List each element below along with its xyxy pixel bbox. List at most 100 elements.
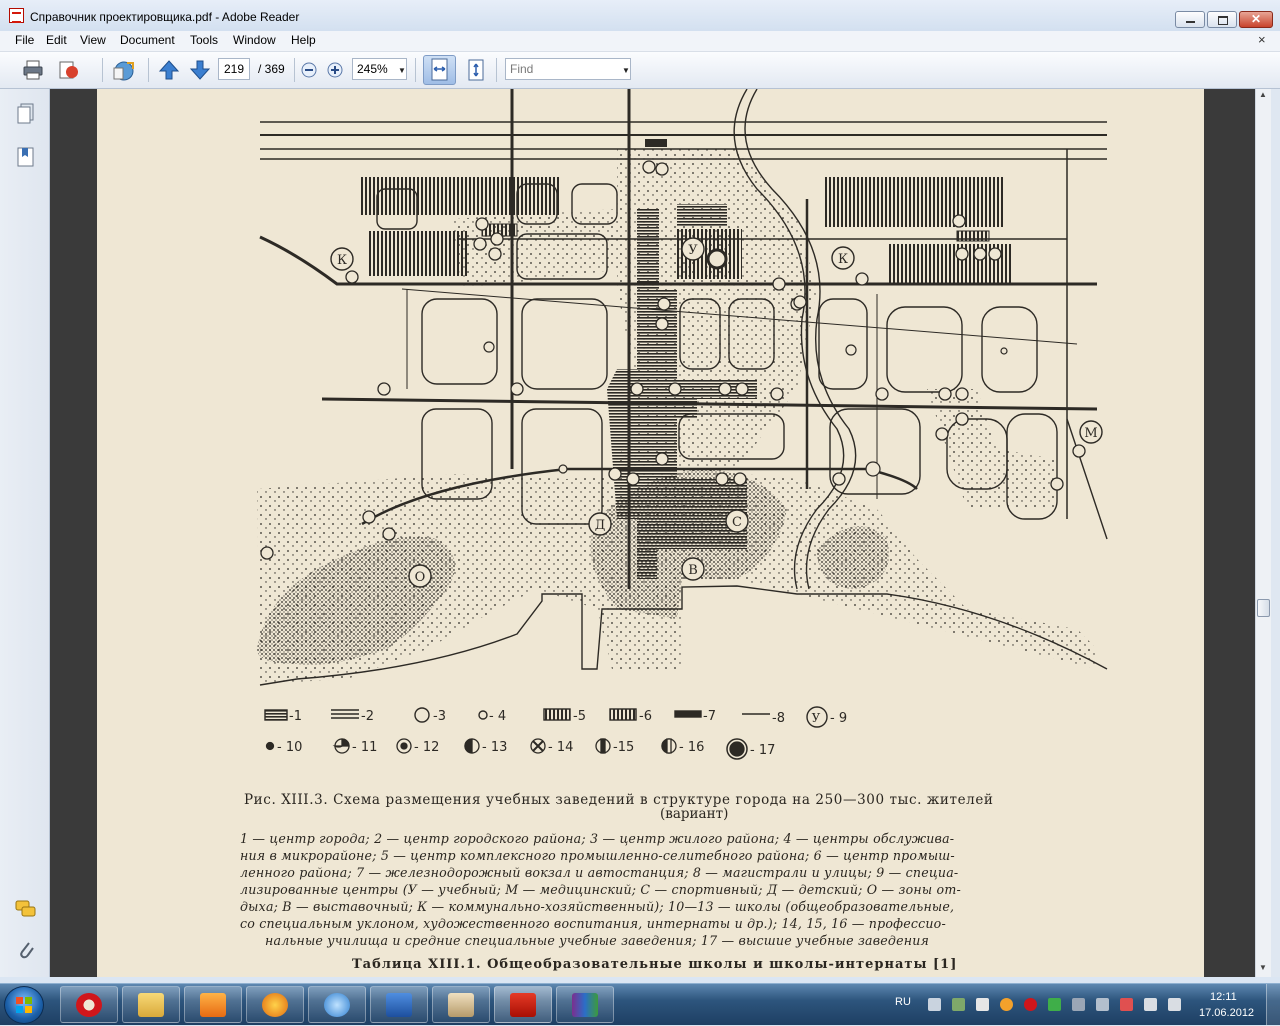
tray-icon[interactable] <box>1024 998 1037 1011</box>
fit-page-icon[interactable] <box>465 59 487 81</box>
tray-icon[interactable] <box>1096 998 1109 1011</box>
window-border <box>1271 89 1280 977</box>
windows-logo-icon <box>16 997 32 1013</box>
legend-label-1: -1 <box>289 709 302 724</box>
menu-document[interactable]: Document <box>120 33 175 47</box>
railway-station-marker <box>645 139 667 147</box>
attachments-panel-icon[interactable] <box>17 939 35 961</box>
legend-label-14: - 14 <box>548 740 573 755</box>
clock-time[interactable]: 12:11 <box>1210 991 1237 1003</box>
menu-file[interactable]: File <box>15 33 34 47</box>
legend-label-4: - 4 <box>489 709 506 724</box>
menu-window[interactable]: Window <box>233 33 276 47</box>
volume-icon[interactable] <box>1168 998 1181 1011</box>
zoom-in-icon[interactable] <box>326 61 348 83</box>
menu-tools[interactable]: Tools <box>190 33 218 47</box>
menu-help[interactable]: Help <box>291 33 316 47</box>
caption-line: 1 — центр города; 2 — центр городского р… <box>240 831 955 846</box>
collaborate-icon[interactable] <box>112 59 134 81</box>
clock-date[interactable]: 17.06.2012 <box>1199 1007 1254 1019</box>
next-page-icon[interactable] <box>189 59 211 81</box>
bookmarks-panel-icon[interactable] <box>17 146 35 168</box>
legend-label-7: -7 <box>703 709 716 724</box>
scroll-up-icon[interactable]: ▲ <box>1259 90 1267 99</box>
show-desktop-button[interactable] <box>1266 984 1280 1025</box>
scroll-thumb[interactable] <box>1257 599 1270 617</box>
tray-icon[interactable] <box>976 998 989 1011</box>
taskbar-media-player[interactable] <box>184 986 242 1023</box>
toolbar-separator <box>148 58 149 82</box>
taskbar-adobe-reader[interactable] <box>494 986 552 1023</box>
media-player-icon <box>200 993 226 1017</box>
legend-label-2: -2 <box>361 709 374 724</box>
start-button[interactable] <box>4 986 44 1024</box>
legend-label-9: - 9 <box>830 711 847 726</box>
zoom-dropdown-icon[interactable]: ▼ <box>398 66 406 75</box>
toolbar-separator <box>415 58 416 82</box>
legend-label-17: - 17 <box>750 743 775 758</box>
legend-label-12: - 12 <box>414 740 439 755</box>
create-pdf-icon[interactable] <box>58 59 80 81</box>
network-icon[interactable] <box>1144 998 1157 1011</box>
tray-icon[interactable] <box>1120 998 1133 1011</box>
map-letter-o: О <box>415 570 426 585</box>
taskbar-mail[interactable] <box>308 986 366 1023</box>
fit-width-button[interactable] <box>423 55 456 85</box>
pages-panel-icon[interactable] <box>17 103 35 125</box>
taskbar-word[interactable] <box>370 986 428 1023</box>
zoom-out-icon[interactable] <box>300 61 322 83</box>
figure-title-variant: (вариант) <box>660 806 729 822</box>
menu-view[interactable]: View <box>80 33 106 47</box>
minimize-button[interactable] <box>1175 11 1205 28</box>
tray-icon[interactable] <box>1072 998 1085 1011</box>
taskbar-browser[interactable] <box>246 986 304 1023</box>
vertical-scrollbar[interactable]: ▲ ▼ <box>1255 89 1272 977</box>
taskbar-opera[interactable] <box>60 986 118 1023</box>
toolbar-separator <box>102 58 103 82</box>
caption-line: лизированные центры (У — учебный; М — ме… <box>240 882 961 897</box>
menu-bar: File Edit View Document Tools Window Hel… <box>0 31 1280 52</box>
svg-text:У: У <box>812 711 821 725</box>
fit-width-icon <box>431 58 448 81</box>
taskbar-explorer[interactable] <box>122 986 180 1023</box>
tray-icon[interactable] <box>952 998 965 1011</box>
caption-line: ния в микрорайоне; 5 — центр комплексног… <box>240 848 955 863</box>
menu-edit[interactable]: Edit <box>46 33 67 47</box>
comments-panel-icon[interactable] <box>15 899 37 919</box>
document-view[interactable]: К К У М Д С В О У -1 -2 -3 - 4 -5 -6 -7 … <box>50 89 1255 977</box>
legend-label-8: -8 <box>772 711 785 726</box>
caption-line: со специальным уклоном, художественного … <box>240 916 946 931</box>
previous-page-icon[interactable] <box>158 59 180 81</box>
scroll-down-icon[interactable]: ▼ <box>1259 963 1267 972</box>
adobe-reader-icon <box>510 993 536 1017</box>
legend-label-11: - 11 <box>352 740 377 755</box>
legend-label-15: -15 <box>613 740 634 755</box>
legend-label-10: - 10 <box>277 740 302 755</box>
title-bar: Справочник проектировщика.pdf - Adobe Re… <box>0 0 1280 32</box>
close-document-icon[interactable]: × <box>1258 32 1266 47</box>
caption-line: нальные училища и средние специальные уч… <box>265 933 930 948</box>
page-number-input[interactable]: 219 <box>218 58 250 80</box>
caption-line: дыха; В — выставочный; К — коммунально-х… <box>240 899 955 914</box>
print-icon[interactable] <box>22 59 44 81</box>
taskbar-app[interactable] <box>432 986 490 1023</box>
pdf-file-icon <box>9 8 24 23</box>
tray-icon[interactable] <box>1048 998 1061 1011</box>
winrar-icon <box>572 993 598 1017</box>
map-letter-k: К <box>838 252 848 267</box>
close-window-button[interactable] <box>1239 11 1273 28</box>
map-letter-u: У <box>688 243 698 258</box>
map-letter-d: Д <box>595 518 606 533</box>
find-dropdown-icon[interactable]: ▼ <box>622 66 630 75</box>
tray-icon[interactable] <box>928 998 941 1011</box>
language-indicator[interactable]: RU <box>895 996 911 1008</box>
tray-icon[interactable] <box>1000 998 1013 1011</box>
find-input[interactable]: Find <box>505 58 631 80</box>
folder-icon <box>138 993 164 1017</box>
legend-label-13: - 13 <box>482 740 507 755</box>
maximize-button[interactable] <box>1207 11 1237 28</box>
map-letter-k: К <box>337 253 347 268</box>
taskbar-winrar[interactable] <box>556 986 614 1023</box>
map-letter-m: М <box>1084 426 1097 441</box>
toolbar-separator <box>294 58 295 82</box>
